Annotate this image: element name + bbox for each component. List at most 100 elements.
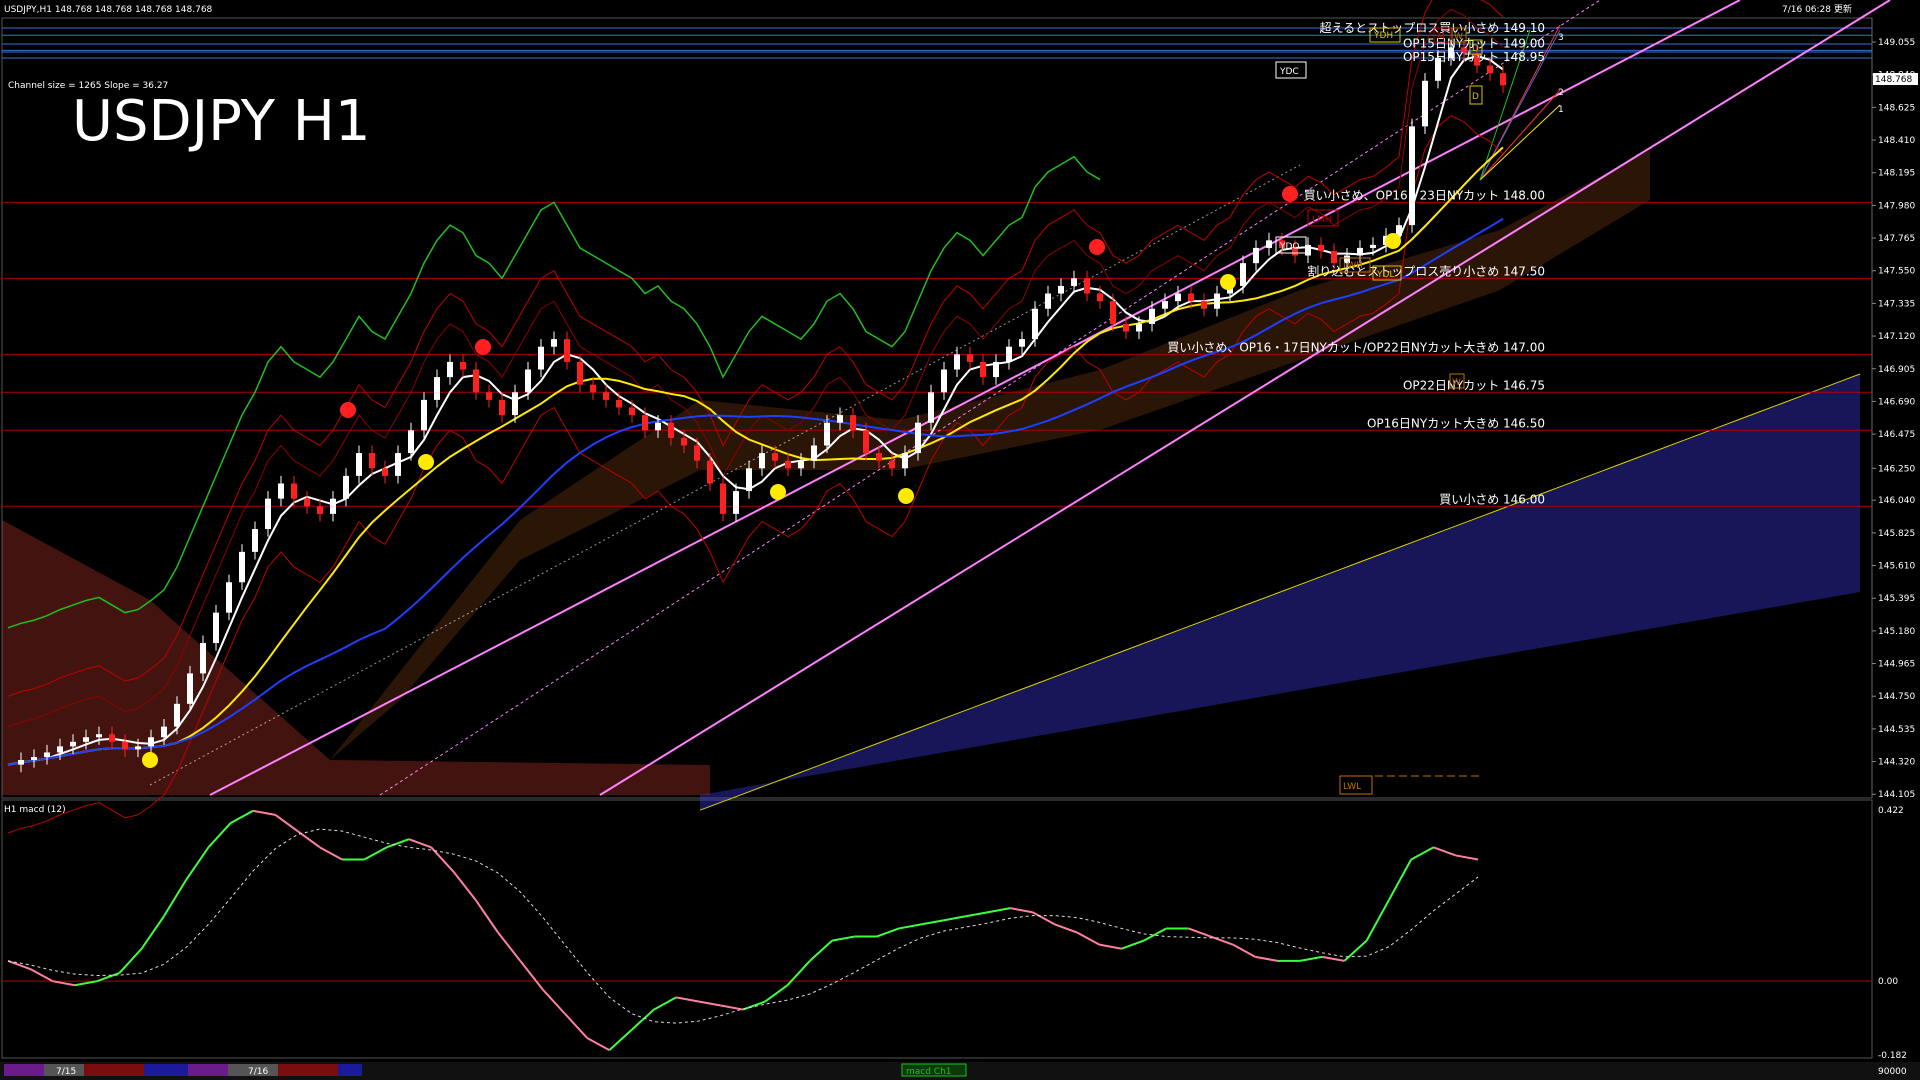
candle-body (915, 422, 921, 454)
candle-body (1084, 278, 1090, 294)
candle-body (1175, 293, 1181, 302)
candle-body (720, 483, 726, 514)
price-tick-label: 145.180 (1878, 627, 1915, 637)
candle-body (226, 582, 232, 613)
candle-body (473, 369, 479, 393)
candle-body (1487, 65, 1493, 74)
candle-body (1188, 293, 1194, 302)
candle-body (1123, 323, 1129, 332)
candle-body (941, 369, 947, 393)
candle-body (785, 460, 791, 469)
candle-body (265, 498, 271, 530)
candle-body (174, 703, 180, 727)
timestamp: 7/16 06:28 更新 (1782, 3, 1852, 15)
candle-body (1500, 73, 1506, 86)
candle-body (694, 445, 700, 461)
candle-body (434, 377, 440, 400)
candle-body (616, 399, 622, 408)
candle-body (824, 422, 830, 446)
price-tick-label: 147.335 (1878, 299, 1915, 309)
candle-body (577, 361, 583, 385)
chart-canvas: 149.055148.840148.625148.410148.195147.9… (0, 0, 1920, 1080)
candle-body (1214, 293, 1220, 309)
candle-body (499, 399, 505, 416)
price-tick-label: 144.320 (1878, 758, 1915, 768)
bottom-date-bar: 7/15 7/16 macd Ch1 90000 (0, 1062, 1920, 1080)
svg-text:YDC: YDC (1279, 67, 1299, 77)
candle-body (96, 734, 102, 738)
macd-tick-label: 0.00 (1878, 977, 1898, 987)
candle-body (967, 354, 973, 362)
level-label: 超えるとストップロス買い小さめ 149.10 (1320, 20, 1545, 35)
fan-label-2: 2 (1558, 88, 1564, 98)
candle-body (746, 468, 752, 492)
candle-body (252, 529, 258, 552)
signal-marker (1385, 233, 1401, 249)
candle-body (837, 415, 843, 423)
candle-body (772, 453, 778, 461)
candle-body (70, 741, 76, 747)
signal-marker (418, 454, 434, 470)
level-label: 買い小さめ 146.00 (1439, 492, 1545, 506)
candle-body (1266, 240, 1272, 248)
candle-body (1409, 126, 1415, 226)
candle-body (525, 369, 531, 393)
candle-body (421, 399, 427, 431)
price-tick-label: 148.195 (1878, 169, 1915, 179)
candle-body (1071, 278, 1077, 286)
level-label: 買い小さめ、OP16・17日NYカット/OP22日NYカット大きめ 147.00 (1167, 340, 1545, 354)
level-label: OP16日NYカット大きめ 146.50 (1367, 416, 1545, 430)
price-tick-label: 146.475 (1878, 430, 1915, 440)
candle-body (733, 491, 739, 514)
candle-body (863, 430, 869, 454)
candle-body (291, 483, 297, 499)
candle-body (57, 746, 63, 753)
candle-body (83, 737, 89, 742)
date-label-7-16: 7/16 (248, 1067, 268, 1077)
candle-body (486, 392, 492, 400)
level-label: 買い小さめ、OP16・23日NYカット 148.00 (1304, 188, 1545, 202)
candle-body (811, 445, 817, 461)
candle-body (798, 460, 804, 469)
price-tick-label: 144.535 (1878, 725, 1915, 735)
signal-marker (475, 339, 491, 355)
svg-text:M: M (1437, 32, 1445, 42)
candle-body (1201, 301, 1207, 309)
candle-body (1357, 247, 1363, 256)
candle-body (1032, 308, 1038, 340)
svg-text:LMH: LMH (1312, 215, 1332, 225)
candle-body (954, 354, 960, 370)
price-tick-label: 147.980 (1878, 201, 1915, 211)
signal-marker (142, 752, 158, 768)
svg-text:D: D (1472, 92, 1479, 102)
price-tick-label: 144.750 (1878, 692, 1915, 702)
candle-body (993, 361, 999, 378)
candle-body (603, 392, 609, 400)
macd-tick-label: 0.422 (1878, 806, 1904, 816)
price-tick-label: 144.105 (1878, 790, 1915, 800)
candle-body (31, 757, 37, 761)
candle-body (44, 752, 50, 758)
candle-body (889, 460, 895, 469)
candle-body (343, 475, 349, 499)
price-tick-label: 148.410 (1878, 136, 1915, 146)
svg-text:W: W (1454, 32, 1463, 42)
candle-body (213, 612, 219, 644)
candle-body (902, 453, 908, 469)
candle-body (1253, 247, 1259, 264)
candle-body (304, 498, 310, 507)
candle-body (629, 407, 635, 416)
fan-label-3: 3 (1558, 33, 1564, 43)
candle-body (876, 453, 882, 461)
svg-text:LWH: LWH (1343, 261, 1363, 271)
svg-text:YDO: YDO (1279, 242, 1300, 252)
price-tick-label: 147.120 (1878, 332, 1915, 342)
candle-body (1019, 339, 1025, 347)
candle-body (512, 392, 518, 416)
date-label-7-15: 7/15 (56, 1067, 76, 1077)
candle-body (655, 422, 661, 431)
candle-body (1045, 293, 1051, 309)
svg-text:D: D (1472, 44, 1479, 54)
price-tick-label: 146.040 (1878, 496, 1915, 506)
price-tick-label: 146.690 (1878, 397, 1915, 407)
